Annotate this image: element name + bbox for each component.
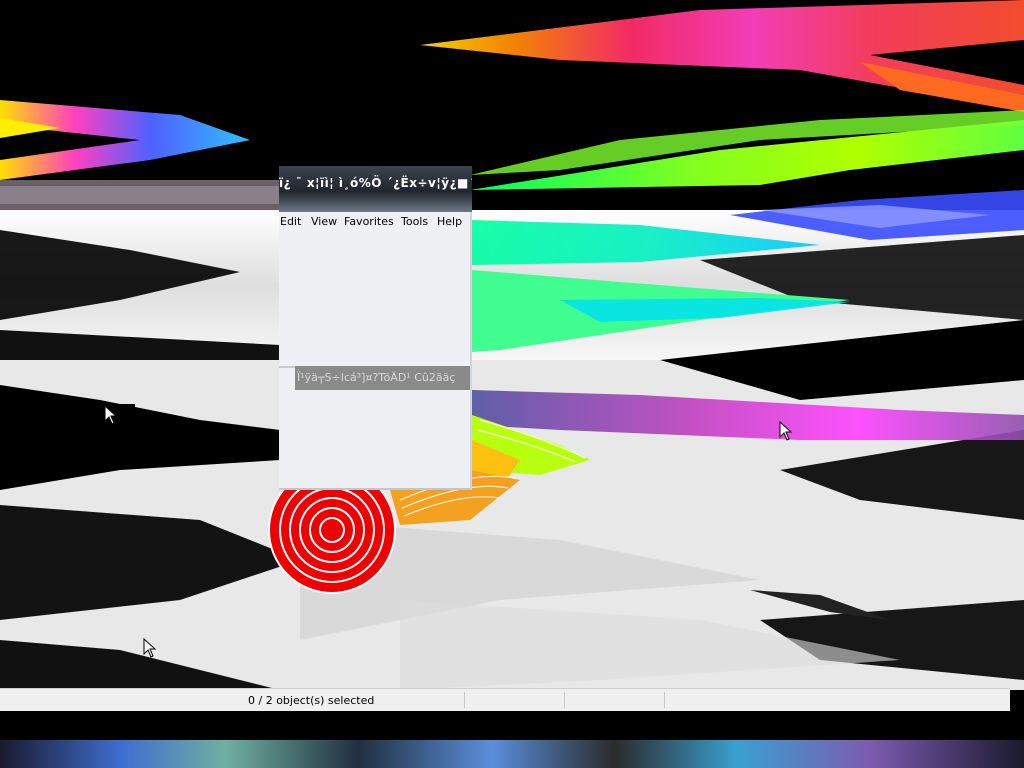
window-title-bar[interactable]: ï¿ ¯ x¦ïì¦ ì¸ó%Ö ´¿Ëx÷v¦ÿ¿■´ó¤ bbox=[279, 166, 472, 212]
mouse-pointer-icon bbox=[779, 421, 793, 441]
corrupted-taskbar bbox=[0, 740, 1024, 768]
pane-divider bbox=[279, 366, 295, 368]
menu-view[interactable]: View bbox=[311, 215, 337, 228]
menu-edit[interactable]: Edit bbox=[280, 215, 301, 228]
status-bar: 0 / 2 object(s) selected bbox=[0, 688, 1010, 711]
menu-favorites[interactable]: Favorites bbox=[344, 215, 394, 228]
mouse-pointer-icon bbox=[143, 638, 157, 658]
menu-bar: Edit View Favorites Tools Help bbox=[279, 212, 470, 232]
garbled-address-text: Ï¹ÿä┬S÷Icá³]¤?TöÄD¹ Cû2ääç bbox=[297, 371, 456, 384]
menu-tools[interactable]: Tools bbox=[401, 215, 428, 228]
selection-status: 0 / 2 object(s) selected bbox=[248, 694, 375, 707]
mouse-pointer-icon bbox=[104, 405, 118, 425]
window-title: ï¿ ¯ x¦ïì¦ ì¸ó%Ö ´¿Ëx÷v¦ÿ¿■´ó¤ bbox=[279, 176, 472, 190]
status-divider bbox=[664, 692, 665, 708]
status-divider bbox=[564, 692, 565, 708]
explorer-window: Edit View Favorites Tools Help Ï¹ÿä┬S÷Ic… bbox=[279, 212, 472, 490]
menu-help[interactable]: Help bbox=[437, 215, 462, 228]
status-divider bbox=[464, 692, 465, 708]
garbled-address-bar[interactable]: Ï¹ÿä┬S÷Icá³]¤?TöÄD¹ Cû2ääç bbox=[295, 366, 470, 390]
